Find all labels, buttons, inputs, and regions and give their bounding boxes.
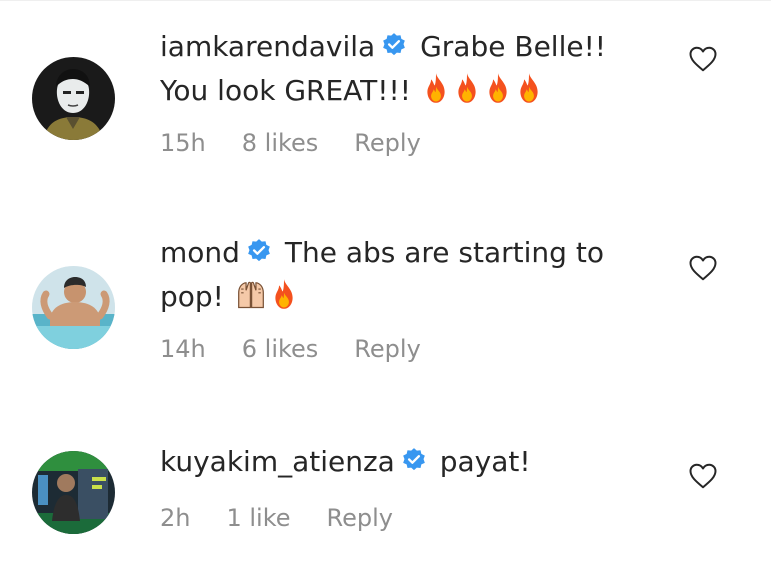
comment-meta: 14h 6 likes Reply — [160, 335, 660, 363]
fire-icon — [275, 279, 293, 309]
verified-badge-icon — [248, 239, 270, 262]
comment-time[interactable]: 15h — [160, 129, 206, 157]
comment-meta: 2h 1 like Reply — [160, 504, 660, 532]
raising-hands-icon — [237, 281, 264, 309]
verified-badge-icon — [383, 33, 406, 56]
fire-icon — [458, 73, 476, 103]
comment-text: iamkarendavila Grabe Belle!! You look GR… — [160, 25, 660, 113]
avatar[interactable] — [32, 451, 115, 534]
heart-icon[interactable] — [688, 45, 718, 73]
comment-message: payat! — [439, 445, 531, 478]
comment-likes[interactable]: 1 like — [226, 504, 290, 532]
avatar[interactable] — [32, 266, 115, 349]
avatar[interactable] — [32, 57, 115, 140]
heart-icon[interactable] — [688, 462, 718, 490]
comment-username[interactable]: iamkarendavila — [160, 30, 375, 63]
reply-button[interactable]: Reply — [354, 335, 420, 363]
reply-button[interactable]: Reply — [354, 129, 420, 157]
fire-icon — [427, 73, 445, 103]
divider — [0, 0, 771, 1]
comment-time[interactable]: 14h — [160, 335, 206, 363]
comment-username[interactable]: kuyakim_atienza — [160, 445, 395, 478]
comment-time[interactable]: 2h — [160, 504, 190, 532]
comment-username[interactable]: mond — [160, 236, 240, 269]
reply-button[interactable]: Reply — [327, 504, 393, 532]
comment-meta: 15h 8 likes Reply — [160, 129, 660, 157]
comment-text: mond The abs are starting to pop! — [160, 231, 660, 319]
verified-badge-icon — [403, 448, 425, 471]
comment-likes[interactable]: 6 likes — [242, 335, 319, 363]
comment-likes[interactable]: 8 likes — [242, 129, 319, 157]
comment-text: kuyakim_atienza payat! — [160, 440, 660, 484]
fire-icon — [520, 73, 538, 103]
fire-icon — [489, 73, 507, 103]
comments-panel: iamkarendavila Grabe Belle!! You look GR… — [0, 0, 771, 570]
heart-icon[interactable] — [688, 254, 718, 282]
